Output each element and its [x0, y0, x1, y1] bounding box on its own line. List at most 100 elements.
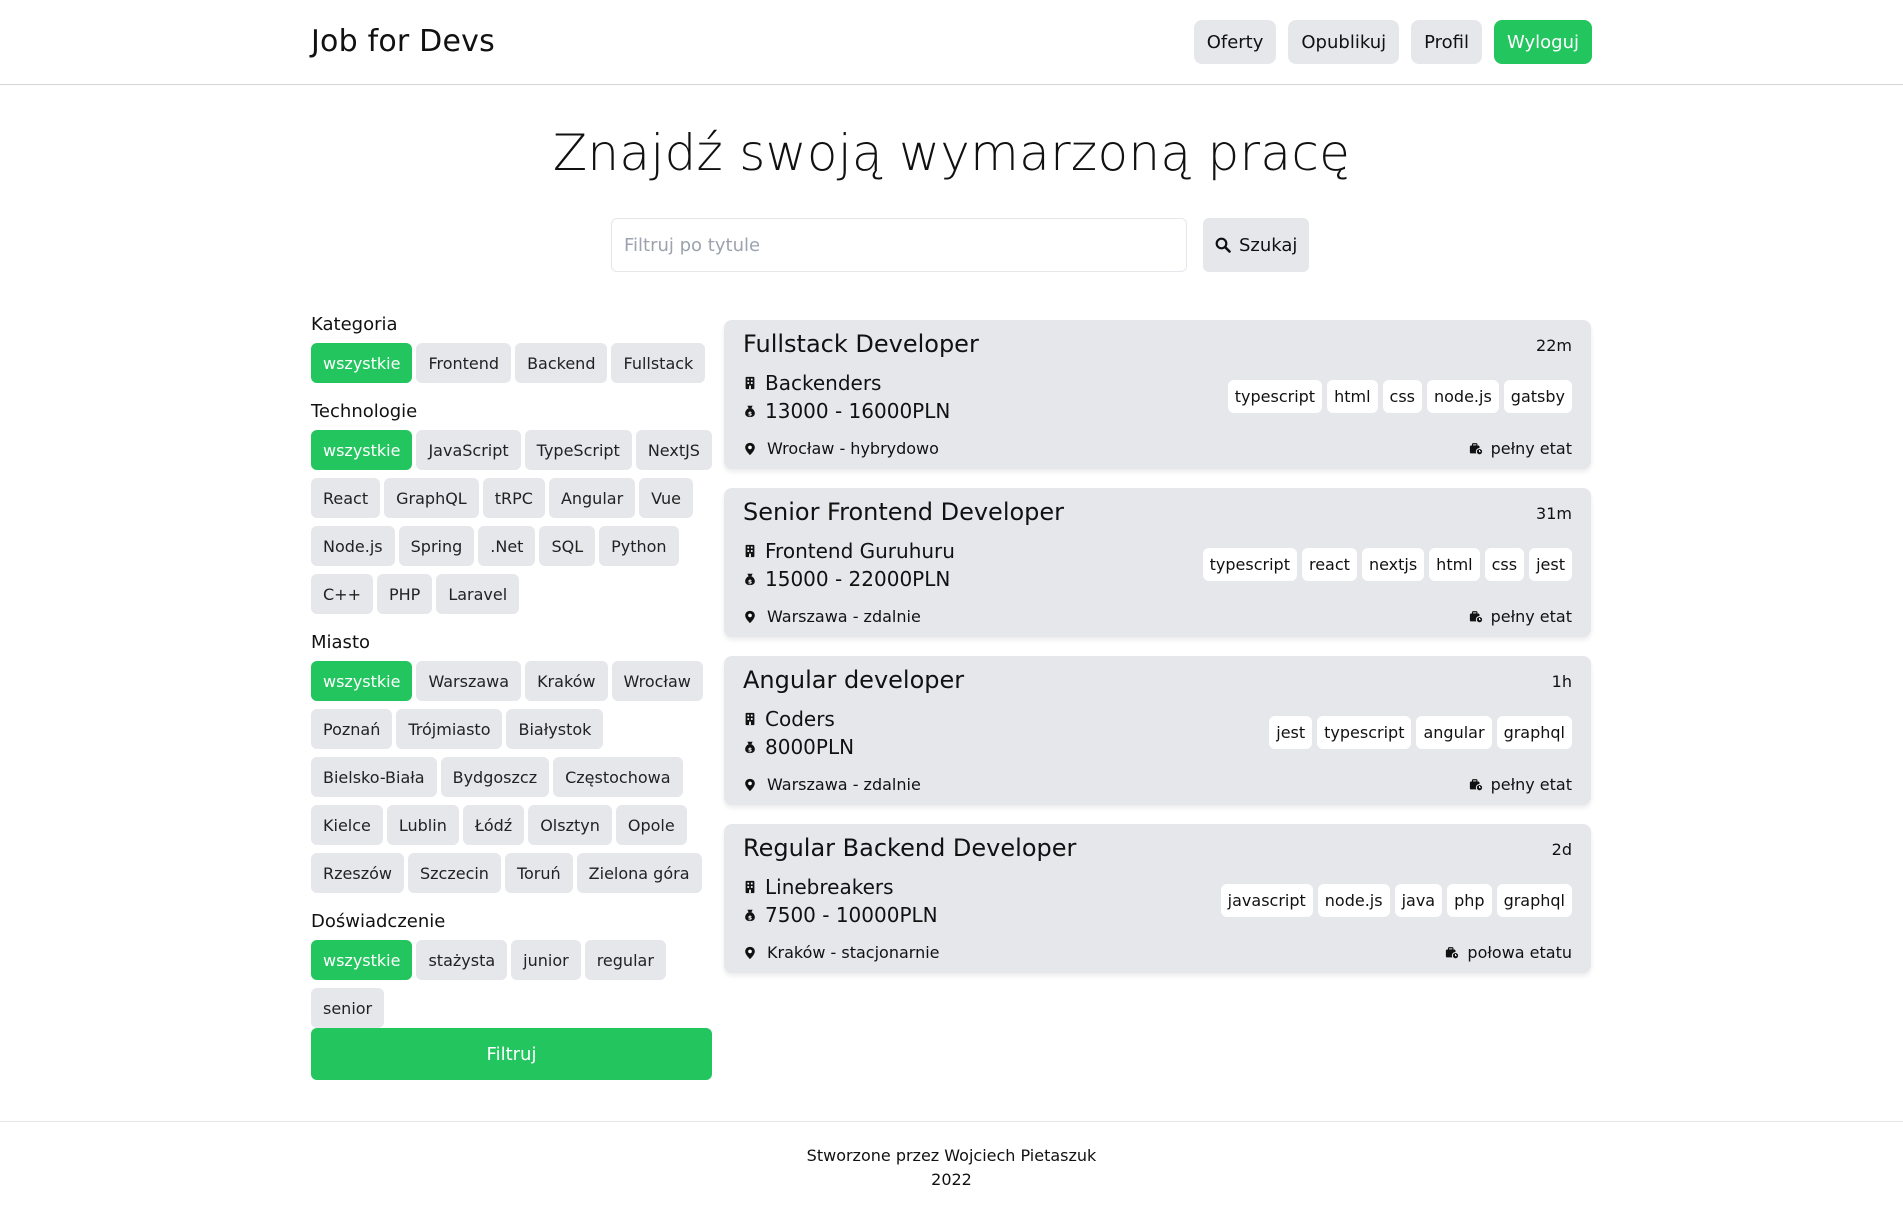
job-salary: $7500 - 10000PLN	[743, 903, 938, 927]
technology-chip-wszystkie[interactable]: wszystkie	[311, 430, 413, 470]
category-chip-wszystkie[interactable]: wszystkie	[311, 343, 413, 383]
city-chip-torun[interactable]: Toruń	[504, 853, 573, 893]
technology-chip-vue[interactable]: Vue	[639, 478, 693, 518]
experience-chip-junior[interactable]: junior	[511, 940, 581, 980]
job-title[interactable]: Angular developer	[743, 666, 964, 694]
brand-logo-text[interactable]: Job for Devs	[311, 24, 495, 59]
technology-chip-list: wszystkie JavaScript TypeScript NextJS React…	[311, 430, 716, 614]
footer-year: 2022	[931, 1170, 972, 1189]
job-salary-value: 15000 - 22000PLN	[765, 567, 951, 591]
technology-chip-c[interactable]: C++	[311, 574, 373, 614]
technology-chip-angular[interactable]: Angular	[548, 478, 636, 518]
job-employment-type: pełny etat	[1469, 439, 1572, 458]
job-title[interactable]: Senior Frontend Developer	[743, 498, 1064, 526]
tech-tag: react	[1301, 548, 1357, 581]
city-chip-szczecin[interactable]: Szczecin	[407, 853, 501, 893]
job-title[interactable]: Fullstack Developer	[743, 330, 979, 358]
nav-opublikuj-button[interactable]: Opublikuj	[1288, 20, 1400, 64]
job-company: Frontend Guruhuru	[743, 539, 955, 563]
tech-tag: graphql	[1496, 884, 1572, 917]
job-offer-card[interactable]: Angular developer 1h Coders $8000PLN jest typ…	[724, 656, 1591, 805]
title-filter-input[interactable]	[611, 218, 1187, 272]
job-location: Warszawa - zdalnie	[743, 607, 921, 626]
city-chip-bydgoszcz[interactable]: Bydgoszcz	[440, 757, 550, 797]
city-chip-zielona-gora[interactable]: Zielona góra	[576, 853, 702, 893]
job-salary-value: 8000PLN	[765, 735, 855, 759]
city-filter-group: Miasto wszystkie Warszawa Kraków Wrocław Poz…	[311, 632, 716, 893]
city-chip-warszawa[interactable]: Warszawa	[416, 661, 522, 701]
experience-chip-regular[interactable]: regular	[584, 940, 666, 980]
city-chip-trojmiasto[interactable]: Trójmiasto	[396, 709, 503, 749]
technology-chip-react[interactable]: React	[311, 478, 381, 518]
city-chip-lodz[interactable]: Łódź	[462, 805, 525, 845]
technology-chip-nextjs[interactable]: NextJS	[635, 430, 712, 470]
job-location-text: Warszawa - zdalnie	[767, 775, 921, 794]
job-company: Coders	[743, 707, 835, 731]
job-company-name: Backenders	[765, 371, 882, 395]
map-pin-icon	[745, 778, 755, 791]
city-chip-wroclaw[interactable]: Wrocław	[611, 661, 703, 701]
job-employment-text: pełny etat	[1490, 607, 1572, 626]
technology-chip-net[interactable]: .Net	[478, 526, 536, 566]
city-chip-bielsko-biala[interactable]: Bielsko-Biała	[311, 757, 437, 797]
experience-chip-stazysta[interactable]: stażysta	[416, 940, 508, 980]
category-chip-frontend[interactable]: Frontend	[416, 343, 512, 383]
job-offer-card[interactable]: Fullstack Developer 22m Backenders $13000 -…	[724, 320, 1591, 469]
city-chip-bialystok[interactable]: Białystok	[506, 709, 604, 749]
money-bag-icon: $	[745, 909, 755, 921]
experience-chip-list: wszystkie stażysta junior regular senior	[311, 940, 716, 1028]
technology-chip-graphql[interactable]: GraphQL	[384, 478, 479, 518]
city-chip-lublin[interactable]: Lublin	[386, 805, 459, 845]
city-chip-krakow[interactable]: Kraków	[525, 661, 608, 701]
money-bag-icon: $	[745, 405, 755, 417]
job-posted-age: 22m	[1536, 336, 1572, 355]
technology-chip-python[interactable]: Python	[599, 526, 679, 566]
tech-tag: nextjs	[1361, 548, 1425, 581]
technology-chip-trpc[interactable]: tRPC	[482, 478, 545, 518]
city-chip-wszystkie[interactable]: wszystkie	[311, 661, 413, 701]
city-chip-poznan[interactable]: Poznań	[311, 709, 393, 749]
job-employment-text: połowa etatu	[1467, 943, 1572, 962]
technology-chip-laravel[interactable]: Laravel	[436, 574, 520, 614]
job-posted-age: 1h	[1551, 672, 1572, 691]
svg-text:$: $	[748, 746, 752, 753]
job-employment-type: połowa etatu	[1445, 943, 1572, 962]
job-title[interactable]: Regular Backend Developer	[743, 834, 1076, 862]
technology-chip-spring[interactable]: Spring	[398, 526, 475, 566]
tech-tag: php	[1447, 884, 1492, 917]
nav-profil-button[interactable]: Profil	[1411, 20, 1483, 64]
city-chip-olsztyn[interactable]: Olsztyn	[528, 805, 612, 845]
tech-tag: jest	[1529, 548, 1572, 581]
tech-tag: node.js	[1317, 884, 1390, 917]
city-chip-opole[interactable]: Opole	[615, 805, 687, 845]
category-chip-backend[interactable]: Backend	[515, 343, 608, 383]
job-salary: $15000 - 22000PLN	[743, 567, 950, 591]
technology-chip-php[interactable]: PHP	[376, 574, 433, 614]
city-chip-kielce[interactable]: Kielce	[311, 805, 383, 845]
job-offer-card[interactable]: Regular Backend Developer 2d Linebreakers $…	[724, 824, 1591, 973]
technology-chip-node-js[interactable]: Node.js	[311, 526, 395, 566]
technology-chip-javascript[interactable]: JavaScript	[416, 430, 521, 470]
job-employment-type: pełny etat	[1469, 775, 1572, 794]
nav-wyloguj-button[interactable]: Wyloguj	[1494, 20, 1592, 64]
filters-sidebar: Kategoria wszystkie Frontend Backend Fullst…	[311, 314, 716, 1046]
job-location: Warszawa - zdalnie	[743, 775, 921, 794]
briefcase-clock-icon	[1469, 778, 1483, 791]
page-footer: Stworzone przez Wojciech Pietaszuk 2022	[0, 1121, 1903, 1210]
category-chip-fullstack[interactable]: Fullstack	[611, 343, 706, 383]
city-chip-czestochowa[interactable]: Częstochowa	[553, 757, 683, 797]
apply-filters-button[interactable]: Filtruj	[311, 1028, 712, 1080]
city-chip-rzeszow[interactable]: Rzeszów	[311, 853, 404, 893]
experience-chip-wszystkie[interactable]: wszystkie	[311, 940, 413, 980]
experience-chip-senior[interactable]: senior	[311, 988, 385, 1028]
technology-chip-sql[interactable]: SQL	[539, 526, 596, 566]
job-company: Backenders	[743, 371, 881, 395]
building-icon	[745, 544, 755, 558]
search-button[interactable]: Szukaj	[1203, 218, 1310, 272]
job-company: Linebreakers	[743, 875, 894, 899]
building-icon	[745, 376, 755, 390]
job-offer-card[interactable]: Senior Frontend Developer 31m Frontend Gur…	[724, 488, 1591, 637]
nav-oferty-button[interactable]: Oferty	[1193, 20, 1277, 64]
job-salary: $13000 - 16000PLN	[743, 399, 950, 423]
technology-chip-typescript[interactable]: TypeScript	[524, 430, 632, 470]
